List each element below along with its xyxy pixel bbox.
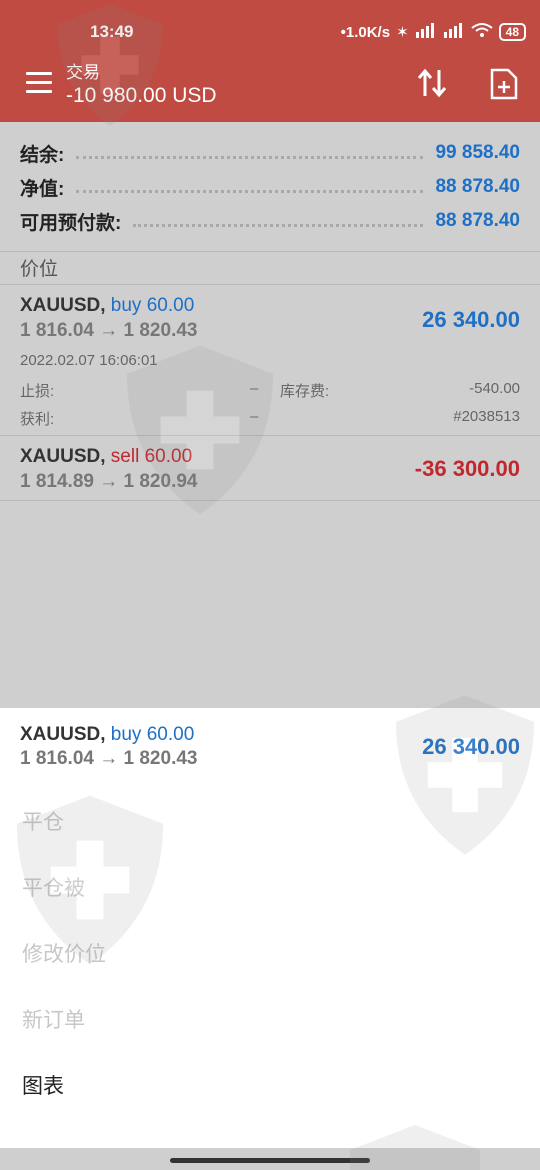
balance-label: 结余: <box>20 144 65 166</box>
sort-icon[interactable] <box>416 68 448 103</box>
bluetooth-icon: ✶ <box>396 24 409 41</box>
swap-label: 库存费: <box>280 383 330 400</box>
sheet-prices: 1 816.04 → 1 820.43 <box>20 748 198 769</box>
position-row[interactable]: XAUUSD, buy 60.00 1 816.04 → 1 820.43 26… <box>0 285 540 435</box>
position-side: sell 60.00 <box>110 446 193 467</box>
dot-leader <box>76 189 424 193</box>
position-prices: 1 814.89 → 1 820.94 <box>20 471 198 492</box>
position-profit: -36 300.00 <box>414 456 520 481</box>
free-margin-row: 可用预付款: 88 878.40 <box>20 206 520 236</box>
position-row[interactable]: XAUUSD, sell 60.00 1 814.89 → 1 820.94 -… <box>0 436 540 500</box>
wifi-icon <box>471 22 493 42</box>
sheet-symbol: XAUUSD, buy 60.00 <box>20 724 195 745</box>
new-order-icon[interactable] <box>490 68 518 105</box>
total-profit: -10 980.00 USD <box>66 84 217 107</box>
menu-close-position[interactable]: 平仓 <box>22 806 64 836</box>
position-side: buy 60.00 <box>110 295 195 316</box>
network-speed: •1.0K/s <box>340 23 391 41</box>
ticket-number: #2038513 <box>453 408 520 425</box>
signal-icon <box>415 22 437 42</box>
equity-label: 净值: <box>20 178 65 200</box>
menu-modify-position[interactable]: 修改价位 <box>22 938 106 968</box>
take-profit-value: – <box>250 408 259 425</box>
status-bar: 13:49 •1.0K/s ✶ 48 <box>0 18 540 46</box>
navigation-bar <box>0 1148 540 1170</box>
page-title: 交易 <box>66 63 100 82</box>
position-symbol: XAUUSD, sell 60.00 <box>20 446 193 467</box>
app-header: 13:49 •1.0K/s ✶ 48 交易 -10 980.00 USD <box>0 0 540 122</box>
equity-value: 88 878.40 <box>435 176 520 197</box>
take-profit-label: 获利: <box>20 411 55 428</box>
menu-icon[interactable] <box>26 72 52 94</box>
menu-new-order[interactable]: 新订单 <box>22 1004 85 1034</box>
position-time: 2022.02.07 16:06:01 <box>20 352 158 369</box>
battery-icon: 48 <box>498 23 526 41</box>
signal-icon-2 <box>443 22 465 42</box>
dot-leader <box>76 155 424 159</box>
sheet-profit: 26 340.00 <box>422 734 520 759</box>
position-prices: 1 816.04 → 1 820.43 <box>20 320 198 341</box>
account-summary: 结余: 99 858.40 净值: 88 878.40 可用预付款: 88 87… <box>0 122 540 252</box>
dot-leader <box>133 223 424 227</box>
equity-row: 净值: 88 878.40 <box>20 172 520 202</box>
status-time: 13:49 <box>90 22 134 41</box>
menu-chart[interactable]: 图表 <box>22 1070 64 1100</box>
home-indicator[interactable] <box>170 1158 370 1163</box>
position-symbol: XAUUSD, buy 60.00 <box>20 295 195 316</box>
free-margin-value: 88 878.40 <box>435 210 520 231</box>
balance-value: 99 858.40 <box>435 142 520 163</box>
swap-value: -540.00 <box>469 380 520 397</box>
stop-loss-value: – <box>250 380 259 397</box>
free-margin-label: 可用预付款: <box>20 212 122 234</box>
position-profit: 26 340.00 <box>422 307 520 332</box>
status-icons: •1.0K/s ✶ 48 <box>341 22 526 42</box>
balance-row: 结余: 99 858.40 <box>20 138 520 168</box>
divider <box>0 500 540 501</box>
menu-close-by[interactable]: 平仓被 <box>22 872 85 902</box>
context-menu-sheet: XAUUSD, buy 60.00 1 816.04 → 1 820.43 26… <box>0 708 540 1148</box>
stop-loss-label: 止损: <box>20 383 55 400</box>
sheet-side: buy 60.00 <box>110 724 195 745</box>
section-header: 价位 <box>20 259 59 280</box>
